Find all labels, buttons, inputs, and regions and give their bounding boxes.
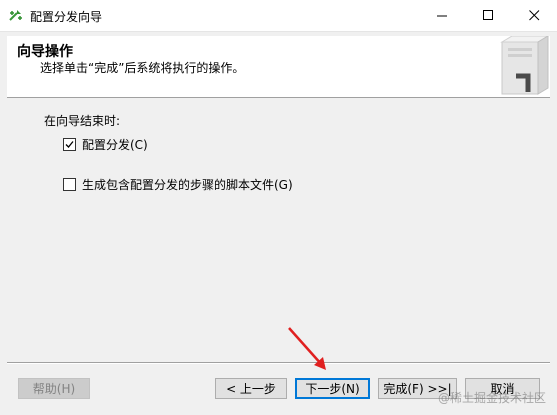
title-bar: 配置分发向导 [0, 0, 557, 32]
next-button[interactable]: 下一步(N) [295, 378, 370, 399]
minimize-icon [436, 15, 447, 17]
wizard-icon [8, 8, 24, 24]
option-configure-distribution[interactable]: 配置分发(C) [63, 136, 148, 153]
maximize-button[interactable] [465, 0, 511, 31]
help-button[interactable]: 帮助(H) [18, 378, 90, 399]
checkmark-icon [65, 141, 74, 148]
option-label: 生成包含配置分发的步骤的脚本文件(G) [82, 178, 293, 192]
generate-script-checkbox[interactable] [63, 178, 76, 191]
option-generate-script[interactable]: 生成包含配置分发的步骤的脚本文件(G) [63, 176, 293, 193]
close-icon [528, 10, 539, 21]
configure-distribution-checkbox[interactable] [63, 138, 76, 151]
close-button[interactable] [511, 0, 557, 31]
back-button[interactable]: < 上一步 [215, 378, 287, 399]
server-graphic [500, 36, 549, 95]
window-title: 配置分发向导 [30, 10, 103, 24]
group-label: 在向导结束时: [44, 114, 121, 128]
annotation-arrow-icon [288, 327, 326, 370]
option-label: 配置分发(C) [82, 138, 148, 152]
page-subtitle: 选择单击“完成”后系统将执行的操作。 [40, 61, 245, 75]
page-title: 向导操作 [17, 44, 73, 60]
footer-separator [7, 362, 550, 364]
minimize-button[interactable] [419, 0, 465, 31]
wizard-header: 向导操作 选择单击“完成”后系统将执行的操作。 [7, 36, 550, 98]
watermark: @稀土掘金技术社区 [438, 391, 547, 405]
maximize-icon [482, 10, 493, 20]
